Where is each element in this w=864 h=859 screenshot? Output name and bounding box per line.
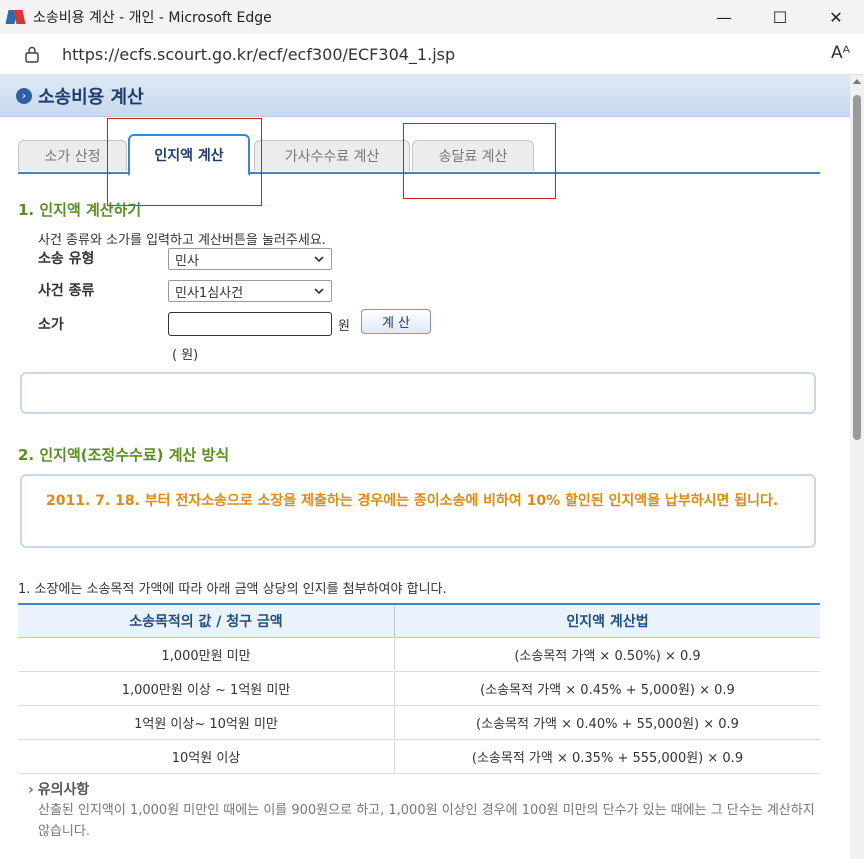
highlight-box	[403, 123, 556, 199]
table-intro-text: 1. 소장에는 소송목적 가액에 따라 아래 금액 상당의 인지를 첨부하여야 …	[18, 582, 447, 597]
page-title: 소송비용 계산	[38, 86, 144, 108]
caution-title: › 유의사항	[28, 779, 89, 799]
table-row: 10억원 이상 (소송목적 가액 × 0.35% + 555,000원) × 0…	[18, 739, 820, 774]
caution-title-text: 유의사항	[37, 782, 90, 798]
instruction-text: 사건 종류와 소가를 입력하고 계산버튼을 눌러주세요.	[38, 233, 326, 248]
close-button[interactable]: ✕	[808, 0, 864, 34]
column-header: 소송목적의 값 / 청구 금액	[18, 603, 395, 638]
unit-label: 원	[338, 319, 350, 334]
table-cell: (소송목적 가액 × 0.45% + 5,000원) × 0.9	[394, 671, 820, 706]
case-type-value: 민사1심사건	[175, 285, 244, 301]
window-title: 소송비용 계산 - 개인 - Microsoft Edge	[33, 10, 272, 26]
caution-text: 산출된 인지액이 1,000원 미만인 때에는 이를 900원으로 하고, 1,…	[38, 803, 815, 839]
table-cell: 1,000만원 이상 ~ 1억원 미만	[18, 671, 395, 706]
highlight-box	[107, 118, 262, 206]
read-aloud-icon[interactable]: Aᴬ	[831, 43, 850, 63]
unit-hint: ( 원)	[172, 348, 199, 363]
case-type-select[interactable]: 민사1심사건	[168, 280, 332, 302]
table-row: 1,000만원 이상 ~ 1억원 미만 (소송목적 가액 × 0.45% + 5…	[18, 671, 820, 706]
table-cell: (소송목적 가액 × 0.50%) × 0.9	[394, 637, 820, 672]
scroll-up-icon[interactable]	[853, 79, 861, 84]
minimize-button[interactable]: —	[696, 0, 752, 34]
address-bar: https://ecfs.scourt.go.kr/ecf/ecf300/ECF…	[0, 34, 864, 75]
vertical-scrollbar[interactable]	[850, 75, 864, 859]
table-row: 1,000만원 미만 (소송목적 가액 × 0.50%) × 0.9	[18, 637, 820, 672]
calculate-button[interactable]: 계 산	[361, 309, 431, 334]
section-title: 1. 인지액 계산하기	[18, 201, 142, 219]
case-type-label: 사건 종류	[38, 283, 95, 299]
table-cell: 1,000만원 미만	[18, 637, 395, 672]
lawsuit-type-select[interactable]: 민사	[168, 248, 332, 270]
url-text[interactable]: https://ecfs.scourt.go.kr/ecf/ecf300/ECF…	[62, 45, 455, 64]
maximize-button[interactable]: ☐	[752, 0, 808, 34]
section-title: 2. 인지액(조정수수료) 계산 방식	[18, 446, 230, 464]
page-content: › 소송비용 계산 소가 산정 인지액 계산 가사수수료 계산 송달료 계산 1…	[0, 75, 850, 859]
window-title-bar: 소송비용 계산 - 개인 - Microsoft Edge — ☐ ✕	[0, 0, 864, 34]
lawsuit-type-value: 민사	[175, 253, 199, 269]
amount-label: 소가	[38, 317, 64, 333]
scroll-thumb[interactable]	[853, 95, 861, 440]
tab-family-fee-calc[interactable]: 가사수수료 계산	[254, 140, 410, 171]
table-cell: (소송목적 가액 × 0.35% + 555,000원) × 0.9	[394, 739, 820, 774]
page-header: › 소송비용 계산	[0, 75, 850, 117]
table-cell: (소송목적 가액 × 0.40% + 55,000원) × 0.9	[394, 705, 820, 740]
chevron-right-icon: ›	[28, 782, 34, 798]
chevron-down-icon	[313, 252, 325, 270]
result-box	[20, 372, 816, 414]
chevron-down-icon	[313, 284, 325, 302]
table-cell: 10억원 이상	[18, 739, 395, 774]
table-cell: 1억원 이상~ 10억원 미만	[18, 705, 395, 740]
app-logo-icon	[5, 8, 26, 26]
lock-icon[interactable]	[22, 44, 42, 64]
notice-box: 2011. 7. 18. 부터 전자소송으로 소장을 제출하는 경우에는 종이소…	[20, 474, 816, 548]
arrow-circle-icon: ›	[16, 87, 32, 104]
lawsuit-type-label: 소송 유형	[38, 251, 95, 267]
table-row: 1억원 이상~ 10억원 미만 (소송목적 가액 × 0.40% + 55,00…	[18, 705, 820, 740]
table-header-row: 소송목적의 값 / 청구 금액 인지액 계산법	[18, 603, 820, 638]
amount-input[interactable]	[168, 312, 332, 336]
stamp-fee-table: 소송목적의 값 / 청구 금액 인지액 계산법 1,000만원 미만 (소송목적…	[18, 603, 820, 774]
column-header: 인지액 계산법	[394, 603, 820, 638]
notice-text: 2011. 7. 18. 부터 전자소송으로 소장을 제출하는 경우에는 종이소…	[46, 493, 779, 509]
